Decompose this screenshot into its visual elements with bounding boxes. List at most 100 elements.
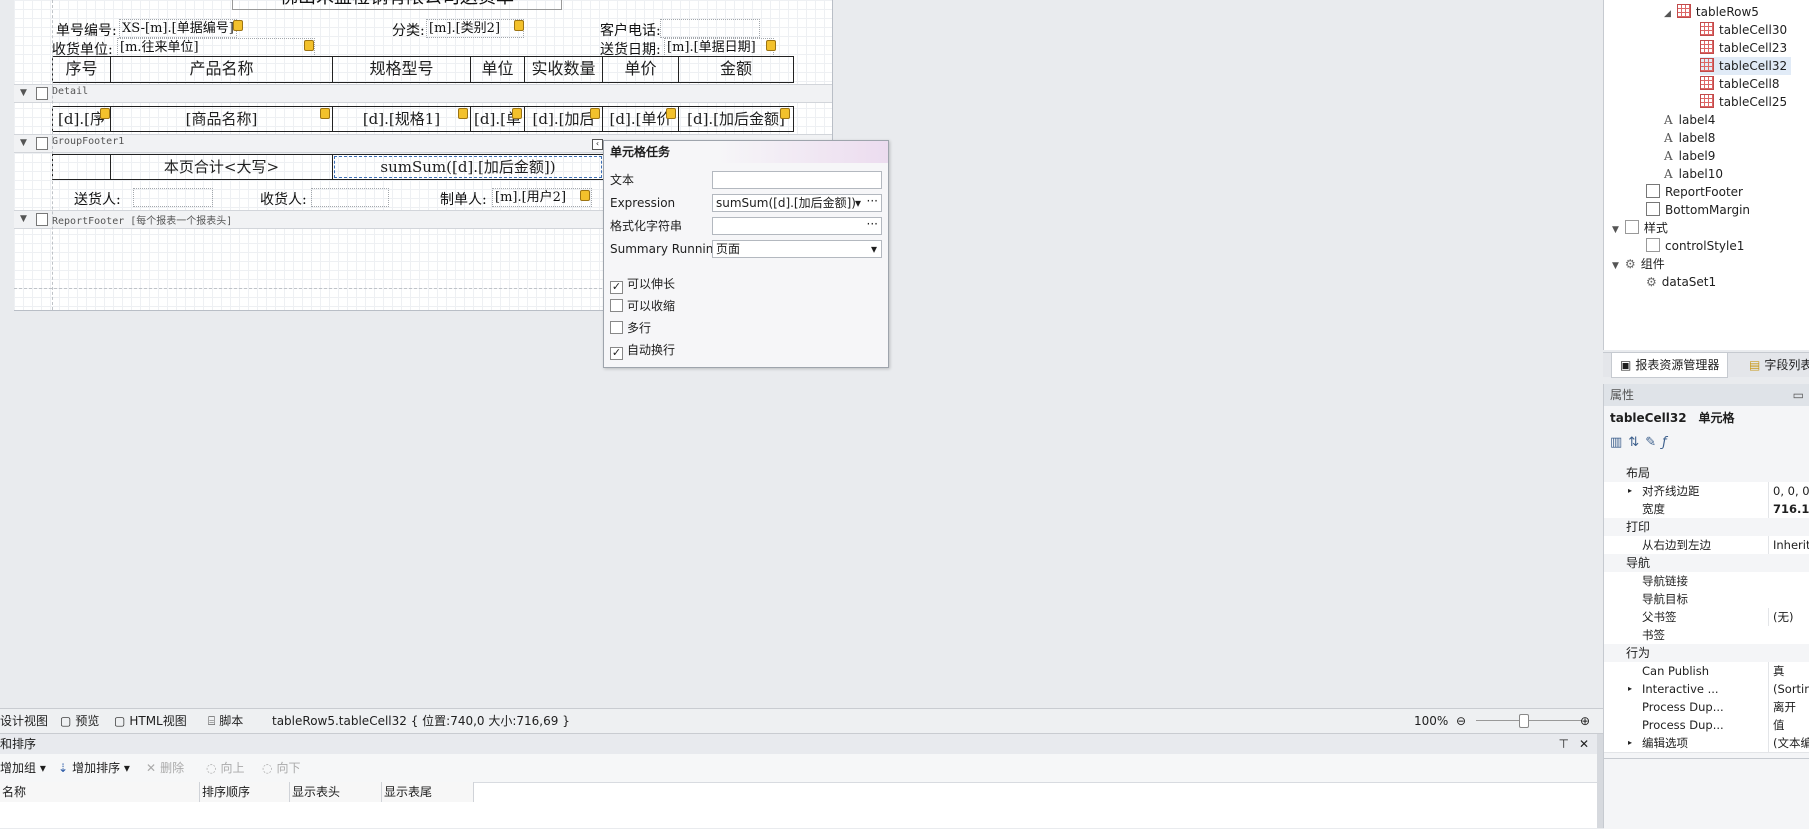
prop-value[interactable]: 真: [1768, 662, 1809, 680]
column-header-cell[interactable]: 规格型号: [333, 57, 471, 82]
tree-item-tableCell30[interactable]: tableCell30: [1700, 21, 1787, 39]
category-print[interactable]: 打印: [1604, 518, 1809, 536]
tab-preview[interactable]: ▢ 预览: [60, 709, 99, 733]
column-header-sort-order[interactable]: 排序顺序: [200, 782, 290, 802]
collapse-triangle-icon[interactable]: ▼: [20, 214, 27, 224]
tree-item-tableRow5[interactable]: ◢ tableRow5: [1664, 3, 1759, 21]
prop-bookmark[interactable]: 书签: [1604, 626, 1809, 645]
sender-field[interactable]: [133, 188, 213, 207]
move-up-button[interactable]: ◌ 向上: [206, 754, 245, 782]
category-behavior[interactable]: 行为: [1604, 644, 1809, 662]
tree-item-controlStyle1[interactable]: controlStyle1: [1646, 237, 1744, 255]
column-header-cell[interactable]: 产品名称: [111, 57, 333, 82]
maker-label[interactable]: 制单人:: [440, 189, 487, 209]
maker-field[interactable]: [m].[用户2]: [492, 188, 592, 207]
tree-item-label9[interactable]: Alabel9: [1664, 147, 1715, 165]
categorized-icon[interactable]: ▥: [1610, 435, 1628, 450]
report-explorer-tree[interactable]: ◢ tableRow5 tableCell30 tableCell23 table…: [1603, 0, 1809, 350]
collapse-triangle-icon[interactable]: ▼: [20, 88, 27, 98]
report-title[interactable]: 佛山禾益橙锅有限公司送货单: [232, 0, 562, 10]
word-wrap-checkbox[interactable]: ✓ 自动换行: [610, 342, 675, 360]
footer-total-label-cell[interactable]: 本页合计<大写>: [111, 155, 333, 179]
splitter[interactable]: [1597, 734, 1603, 828]
prop-value[interactable]: 离开: [1768, 698, 1809, 716]
collapse-triangle-icon[interactable]: ▼: [20, 138, 27, 148]
customer-phone-label[interactable]: 客户电话:: [600, 20, 661, 40]
tree-item-label8[interactable]: Alabel8: [1664, 129, 1715, 147]
tree-item-tableCell32[interactable]: tableCell32: [1700, 57, 1792, 75]
multiline-checkbox[interactable]: 多行: [610, 320, 651, 336]
expression-input[interactable]: sumSum([d].[加后金额]) ▾ ···: [712, 194, 882, 212]
prop-can-publish[interactable]: Can Publish 真: [1604, 662, 1809, 681]
collapse-triangle-icon[interactable]: ▼: [1612, 261, 1619, 271]
detail-cell[interactable]: [d].[规格1]: [333, 107, 471, 131]
receiver-label[interactable]: 收货人:: [260, 189, 307, 209]
prop-process-dup-1[interactable]: Process Dup... 离开: [1604, 698, 1809, 717]
collapse-triangle-icon[interactable]: ◢: [1664, 9, 1671, 19]
prop-process-dup-2[interactable]: Process Dup... 值: [1604, 716, 1809, 735]
tree-item-components[interactable]: ▼ ⚙ 组件: [1612, 255, 1665, 273]
ellipsis-button[interactable]: ···: [867, 195, 878, 209]
collapse-triangle-icon[interactable]: ▼: [1612, 225, 1619, 235]
customer-phone-field[interactable]: [660, 19, 760, 38]
tree-item-ReportFooter[interactable]: ReportFooter: [1646, 183, 1743, 201]
ellipsis-button[interactable]: ···: [867, 218, 878, 232]
tab-html-view[interactable]: ▢ HTML视图: [114, 709, 187, 733]
sort-icon[interactable]: ⇅: [1628, 435, 1645, 450]
cell-task-panel[interactable]: 单元格任务 文本 Expression sumSum([d].[加后金额]) ▾ ·…: [603, 140, 889, 368]
prop-nav-link[interactable]: 导航链接: [1604, 572, 1809, 591]
can-shrink-checkbox[interactable]: 可以收缩: [610, 298, 675, 314]
zoom-slider[interactable]: [1476, 720, 1582, 721]
tree-item-label4[interactable]: Alabel4: [1664, 111, 1715, 129]
receiver-field[interactable]: [311, 188, 389, 207]
dropdown-arrow-icon[interactable]: ▾: [871, 241, 877, 257]
pin-icon[interactable]: ⊤: [1559, 734, 1569, 754]
can-grow-checkbox[interactable]: ✓ 可以伸长: [610, 276, 675, 294]
add-group-button[interactable]: 增加组 ▾: [0, 754, 46, 782]
delivery-date-field[interactable]: [m].[单据日期]: [664, 38, 774, 57]
tab-report-resources[interactable]: ▣ 报表资源管理器: [1611, 353, 1729, 378]
tab-design-view[interactable]: 设计视图: [0, 709, 48, 733]
text-input[interactable]: [712, 171, 882, 189]
tree-item-styles[interactable]: ▼ 样式: [1612, 219, 1668, 237]
detail-table[interactable]: [d].[序 [商品名称] [d].[规格1] [d].[单 [d].[加后 […: [52, 106, 794, 132]
tree-item-tableCell23[interactable]: tableCell23: [1700, 39, 1787, 57]
pin-icon[interactable]: ▭: [1793, 384, 1804, 406]
properties-icon[interactable]: ✎: [1645, 435, 1662, 450]
zoom-out-icon[interactable]: ⊖: [1456, 709, 1466, 733]
delete-button[interactable]: ✕ 删除: [146, 754, 184, 782]
tree-item-BottomMargin[interactable]: BottomMargin: [1646, 201, 1750, 219]
tab-script[interactable]: ⌸ 脚本: [208, 709, 243, 733]
tab-field-list[interactable]: ▤ 字段列表: [1741, 353, 1809, 377]
events-icon[interactable]: ƒ: [1662, 435, 1673, 450]
prop-value[interactable]: 值: [1768, 716, 1809, 734]
prop-interactive[interactable]: ▸ Interactive ... (Sorting Options): [1604, 680, 1809, 699]
category-field[interactable]: [m].[类别2]: [426, 19, 524, 38]
column-header-cell[interactable]: 金额: [679, 57, 793, 82]
detail-cell[interactable]: [d].[加后金额]: [679, 107, 793, 131]
prop-rtl[interactable]: 从右边到左边 Inherit: [1604, 536, 1809, 555]
prop-value[interactable]: Inherit: [1768, 536, 1809, 554]
summary-select[interactable]: 页面 ▾: [712, 240, 882, 258]
prop-value[interactable]: 716.14: [1768, 500, 1809, 518]
add-sort-button[interactable]: ⇣ 增加排序 ▾: [58, 754, 130, 782]
prop-value[interactable]: (无): [1768, 608, 1809, 626]
prop-value[interactable]: 0, 0, 0, 0: [1768, 482, 1809, 500]
receiver-unit-field[interactable]: [m.往来单位]: [117, 38, 315, 57]
prop-value[interactable]: (Sorting Options): [1768, 680, 1809, 698]
properties-panel[interactable]: 属性 ▭ tableCell32 单元格 ▥⇅✎ƒ 布局 ▸ 对齐线边距 0, 0, 0…: [1603, 384, 1809, 829]
prop-edit-options[interactable]: ▸ 编辑选项 (文本编辑选项): [1604, 734, 1809, 753]
prop-nav-target[interactable]: 导航目标: [1604, 590, 1809, 609]
expand-triangle-icon[interactable]: ▸: [1628, 734, 1632, 752]
prop-parent-bookmark[interactable]: 父书签 (无): [1604, 608, 1809, 627]
tree-item-dataSet1[interactable]: ⚙ dataSet1: [1646, 273, 1716, 291]
group-sort-panel[interactable]: 和排序 ⊤ ✕ 增加组 ▾ ⇣ 增加排序 ▾ ✕ 删除 ◌ 向上 ◌ 向下 名称 排序顺序 …: [0, 734, 1597, 828]
tree-item-label10[interactable]: Alabel10: [1664, 165, 1723, 183]
zoom-slider-thumb[interactable]: [1519, 714, 1529, 728]
detail-cell[interactable]: [商品名称]: [111, 107, 333, 131]
expand-triangle-icon[interactable]: ▸: [1628, 482, 1632, 500]
prop-width[interactable]: 宽度 716.14: [1604, 500, 1809, 519]
properties-toolbar[interactable]: ▥⇅✎ƒ: [1610, 432, 1673, 454]
category-layout[interactable]: 布局: [1604, 464, 1809, 482]
category-label[interactable]: 分类:: [392, 20, 425, 40]
